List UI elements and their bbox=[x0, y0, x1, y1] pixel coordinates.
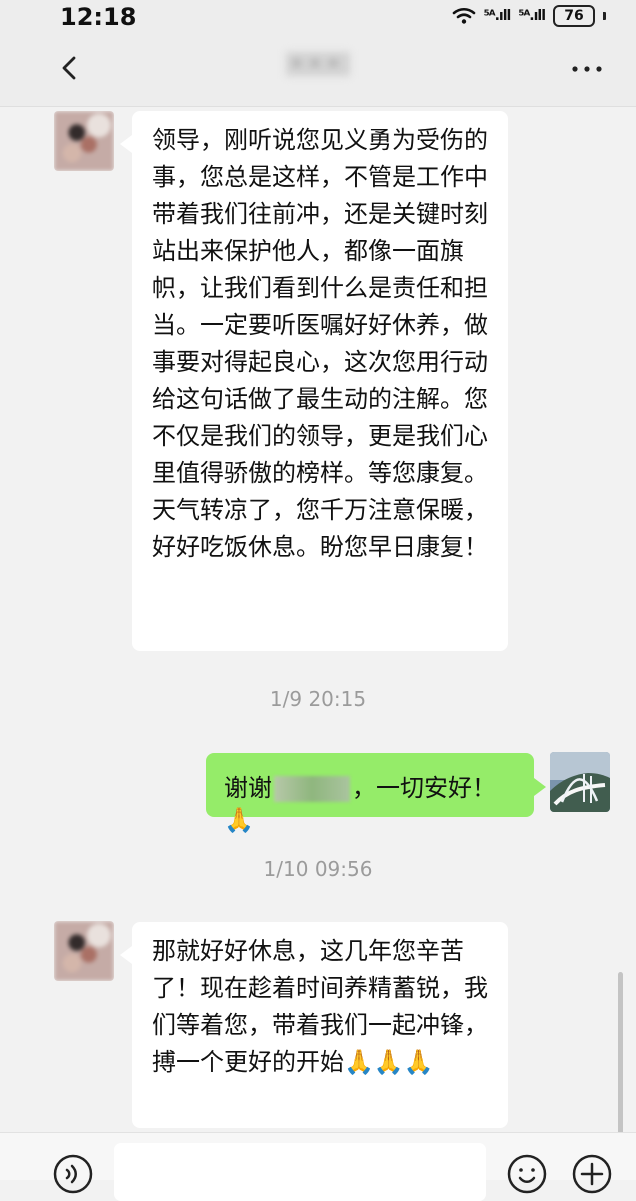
voice-input-icon[interactable] bbox=[52, 1153, 94, 1195]
contact-name: ••• bbox=[0, 52, 636, 76]
incoming-message-bubble[interactable]: 那就好好休息，这几年您辛苦了！现在趁着时间养精蓄锐，我们等着您，带着我们一起冲锋… bbox=[120, 922, 508, 1128]
input-bar bbox=[0, 1132, 636, 1201]
timestamp: 1/9 20:15 bbox=[269, 687, 367, 711]
outgoing-message-bubble[interactable]: 谢谢 ，一切安好！ 🙏 bbox=[206, 753, 546, 834]
outgoing-message-before: 谢谢 bbox=[224, 774, 272, 802]
emoji-icon[interactable] bbox=[506, 1153, 548, 1195]
status-time: 12:18 bbox=[60, 3, 137, 31]
timestamp: 1/10 09:56 bbox=[263, 857, 373, 881]
battery-tip bbox=[603, 12, 606, 20]
folded-hands-icon: 🙏 bbox=[224, 806, 254, 834]
wifi-icon bbox=[452, 7, 475, 24]
sender-avatar[interactable] bbox=[54, 111, 114, 171]
signal-2: ⁵ᴬ.ıll bbox=[518, 8, 546, 24]
chat-area: 领导，刚听说您见义勇为受伤的事，您总是这样，不管是工作中带着我们往前冲，还是关键… bbox=[0, 107, 636, 1156]
signal-1: ⁵ᴬ.ıll bbox=[483, 8, 512, 24]
status-bar: 12:18 ⁵ᴬ.ıll ⁵ᴬ.ıll 76 bbox=[0, 0, 636, 34]
sender-avatar[interactable] bbox=[54, 921, 114, 981]
scrollbar[interactable] bbox=[618, 972, 623, 1156]
redacted-name bbox=[274, 776, 350, 802]
chat-header: ••• bbox=[0, 34, 636, 107]
message-input[interactable] bbox=[114, 1143, 486, 1201]
battery-indicator: 76 bbox=[553, 5, 595, 27]
outgoing-message-after: ，一切安好！ bbox=[352, 774, 496, 802]
plus-icon[interactable] bbox=[571, 1153, 613, 1195]
bridge-photo-icon bbox=[550, 752, 610, 812]
own-avatar[interactable] bbox=[550, 752, 610, 812]
incoming-message-text: 那就好好休息，这几年您辛苦了！现在趁着时间养精蓄锐，我们等着您，带着我们一起冲锋… bbox=[152, 937, 488, 1076]
incoming-message-text: 领导，刚听说您见义勇为受伤的事，您总是这样，不管是工作中带着我们往前冲，还是关键… bbox=[152, 126, 488, 561]
more-icon[interactable] bbox=[571, 64, 603, 74]
status-icons: ⁵ᴬ.ıll ⁵ᴬ.ıll 76 bbox=[452, 5, 606, 27]
incoming-message-bubble[interactable]: 领导，刚听说您见义勇为受伤的事，您总是这样，不管是工作中带着我们往前冲，还是关键… bbox=[120, 111, 508, 651]
